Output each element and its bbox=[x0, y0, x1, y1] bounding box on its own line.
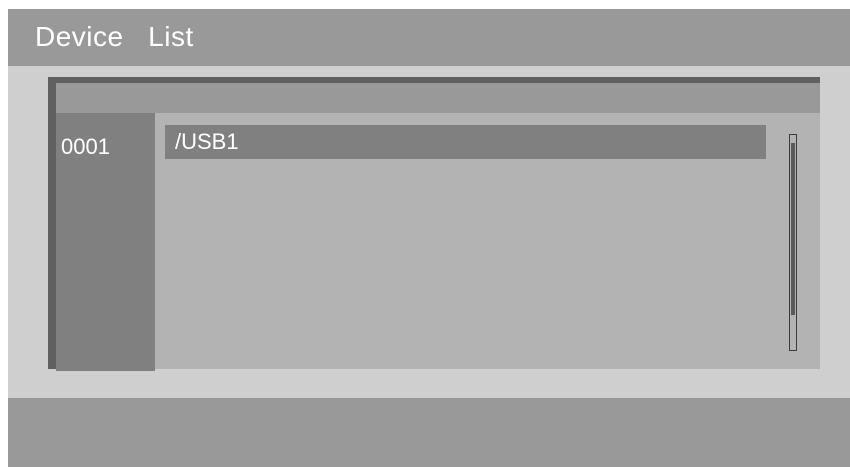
device-list-scrollbar[interactable] bbox=[789, 134, 797, 351]
page-title: Device List bbox=[35, 21, 194, 52]
device-list-screen: Device List 0001 /USB1 bbox=[8, 9, 850, 467]
title-bar: Device List bbox=[8, 9, 850, 66]
device-list-item-selected[interactable]: /USB1 bbox=[165, 125, 766, 159]
scrollbar-thumb[interactable] bbox=[791, 143, 795, 315]
device-list: /USB1 bbox=[155, 113, 820, 369]
device-list-header bbox=[56, 83, 820, 113]
device-index-column: 0001 bbox=[56, 113, 155, 371]
device-path: /USB1 bbox=[175, 129, 239, 154]
device-index: 0001 bbox=[61, 134, 110, 159]
footer-bar bbox=[8, 398, 850, 467]
